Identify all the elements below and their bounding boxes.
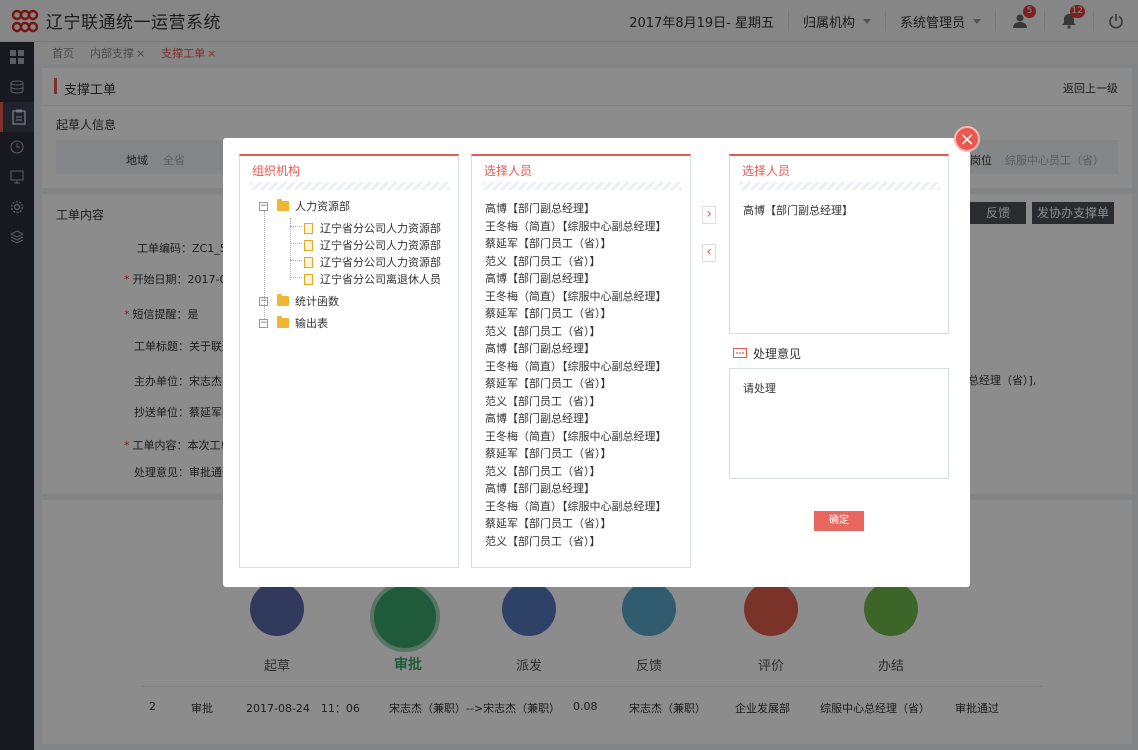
document-icon: [304, 256, 313, 268]
stripe-divider: [482, 182, 682, 190]
tree-node-hr[interactable]: − 人力资源部: [259, 198, 350, 214]
people-list-item[interactable]: 王冬梅（简直）【综服中心副总经理】: [485, 288, 667, 304]
tree-line: [290, 218, 291, 280]
confirm-button[interactable]: 确定: [814, 511, 864, 531]
tree-line: [290, 226, 302, 227]
tree-leaf[interactable]: 辽宁省分公司离退休人员: [304, 271, 441, 287]
chevron-right-icon: ›: [706, 206, 712, 222]
tree-leaf-label: 辽宁省分公司人力资源部: [320, 222, 441, 235]
close-icon[interactable]: ×: [954, 126, 980, 152]
tree-leaf-label: 辽宁省分公司人力资源部: [320, 239, 441, 252]
document-icon: [304, 273, 313, 285]
tree-leaf-label: 辽宁省分公司人力资源部: [320, 256, 441, 269]
tree-line: [290, 260, 302, 261]
tree-node-label: 输出表: [295, 317, 328, 330]
add-person-button[interactable]: ›: [702, 206, 716, 224]
opinion-textarea[interactable]: 请处理: [729, 368, 949, 479]
org-tree-box: 组织机构 − 人力资源部 辽宁省分公司人力资源部 辽宁省分公司人力资源部 辽宁省分…: [239, 154, 459, 568]
people-list-item[interactable]: 范义【部门员工（省）】: [485, 323, 601, 339]
collapse-toggle[interactable]: −: [259, 296, 268, 306]
selected-people-title: 选择人员: [742, 164, 791, 178]
people-list-item[interactable]: 高博【部门副总经理】: [485, 200, 595, 216]
chevron-left-icon: ‹: [706, 244, 712, 260]
people-list-item[interactable]: 王冬梅（简直）【综服中心副总经理】: [485, 218, 667, 234]
tree-leaf-label: 辽宁省分公司离退休人员: [320, 273, 441, 286]
people-list-item[interactable]: 蔡延军【部门员工（省）】: [485, 515, 612, 531]
tree-leaf[interactable]: 辽宁省分公司人力资源部: [304, 220, 441, 236]
people-list-item[interactable]: 范义【部门员工（省）】: [485, 253, 601, 269]
people-list-item[interactable]: 高博【部门副总经理】: [485, 410, 595, 426]
folder-icon: [277, 294, 289, 306]
people-list-item[interactable]: 蔡延军【部门员工（省）】: [485, 235, 612, 251]
people-list-item[interactable]: 王冬梅（简直）【综服中心副总经理】: [485, 358, 667, 374]
people-list-item[interactable]: 王冬梅（简直）【综服中心副总经理】: [485, 498, 667, 514]
document-icon: [304, 222, 313, 234]
document-icon: [304, 239, 313, 251]
people-list-item[interactable]: 高博【部门副总经理】: [485, 480, 595, 496]
tree-line: [290, 277, 302, 278]
people-list-item[interactable]: 范义【部门员工（省）】: [485, 393, 601, 409]
selected-people-box: 选择人员 高博【部门副总经理】: [729, 154, 949, 334]
opinion-title: 处理意见: [753, 347, 802, 361]
folder-icon: [277, 199, 289, 211]
collapse-toggle[interactable]: −: [259, 318, 268, 328]
org-tree-title: 组织机构: [252, 164, 301, 178]
people-list-item[interactable]: 高博【部门副总经理】: [485, 270, 595, 286]
stripe-divider: [250, 182, 450, 190]
opinion-text: 请处理: [743, 382, 776, 395]
selected-person[interactable]: 高博【部门副总经理】: [743, 202, 853, 218]
people-list-item[interactable]: 高博【部门副总经理】: [485, 340, 595, 356]
opinion-header: 处理意见: [733, 345, 801, 362]
people-list-item[interactable]: 蔡延军【部门员工（省）】: [485, 375, 612, 391]
people-list-title: 选择人员: [484, 164, 533, 178]
select-person-dialog: 组织机构 − 人力资源部 辽宁省分公司人力资源部 辽宁省分公司人力资源部 辽宁省分…: [223, 138, 970, 587]
tree-node-label: 统计函数: [295, 295, 339, 308]
tree-leaf[interactable]: 辽宁省分公司人力资源部: [304, 254, 441, 270]
tree-node-output[interactable]: − 输出表: [259, 315, 328, 331]
tree-line: [290, 243, 302, 244]
stripe-divider: [740, 182, 940, 190]
tree-node-stats[interactable]: − 统计函数: [259, 293, 339, 309]
folder-icon: [277, 316, 289, 328]
tree-node-label: 人力资源部: [295, 200, 350, 213]
collapse-toggle[interactable]: −: [259, 201, 268, 211]
people-list-box: 选择人员 高博【部门副总经理】 王冬梅（简直）【综服中心副总经理】 蔡延军【部门员工…: [471, 154, 691, 568]
tree-leaf[interactable]: 辽宁省分公司人力资源部: [304, 237, 441, 253]
people-list-item[interactable]: 范义【部门员工（省）】: [485, 533, 601, 549]
people-list-item[interactable]: 范义【部门员工（省）】: [485, 463, 601, 479]
people-list-item[interactable]: 王冬梅（简直）【综服中心副总经理】: [485, 428, 667, 444]
people-list-item[interactable]: 蔡延军【部门员工（省）】: [485, 305, 612, 321]
comment-icon: [733, 347, 747, 358]
people-list-item[interactable]: 蔡延军【部门员工（省）】: [485, 445, 612, 461]
remove-person-button[interactable]: ‹: [702, 244, 716, 262]
